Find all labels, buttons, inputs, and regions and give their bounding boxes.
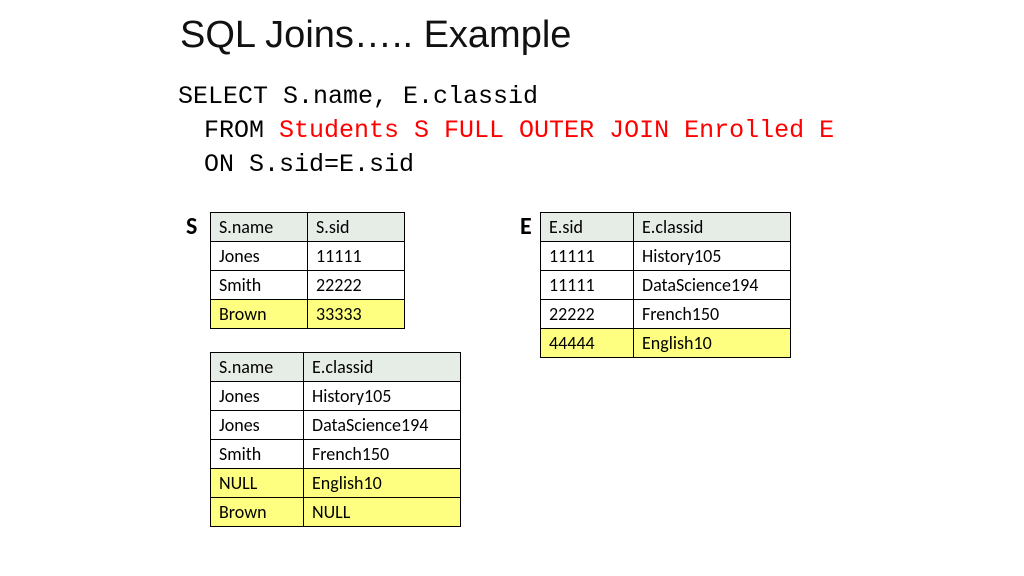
table-cell: English10 xyxy=(634,329,791,358)
table-cell: Smith xyxy=(211,440,304,469)
result-table: S.nameE.classidJonesHistory105JonesDataS… xyxy=(210,352,461,527)
enrolled-table: E.sidE.classid11111History10511111DataSc… xyxy=(540,212,791,358)
table-cell: 22222 xyxy=(308,271,405,300)
table-cell: Jones xyxy=(211,411,304,440)
table-row: BrownNULL xyxy=(211,498,461,527)
table-cell: 22222 xyxy=(541,300,634,329)
table-row: JonesHistory105 xyxy=(211,382,461,411)
table-row: NULLEnglish10 xyxy=(211,469,461,498)
table-row: Jones11111 xyxy=(211,242,405,271)
table-cell: Jones xyxy=(211,242,308,271)
table-header: S.name xyxy=(211,213,308,242)
table-header: E.sid xyxy=(541,213,634,242)
sql-from-clause: Students S FULL OUTER JOIN Enrolled E xyxy=(279,116,834,145)
table-cell: Brown xyxy=(211,498,304,527)
table-row: SmithFrench150 xyxy=(211,440,461,469)
table-row: 11111History105 xyxy=(541,242,791,271)
table-cell: French150 xyxy=(304,440,461,469)
table-cell: DataScience194 xyxy=(304,411,461,440)
table-header: E.classid xyxy=(304,353,461,382)
table-cell: Jones xyxy=(211,382,304,411)
table-header: S.sid xyxy=(308,213,405,242)
table-cell: 44444 xyxy=(541,329,634,358)
table-row: Brown33333 xyxy=(211,300,405,329)
table-cell: French150 xyxy=(634,300,791,329)
table-row: 22222French150 xyxy=(541,300,791,329)
table-label-s: S xyxy=(186,212,197,241)
table-cell: Smith xyxy=(211,271,308,300)
table-header: S.name xyxy=(211,353,304,382)
table-label-e: E xyxy=(520,212,532,241)
students-table: S.nameS.sidJones11111Smith22222Brown3333… xyxy=(210,212,405,329)
table-cell: DataScience194 xyxy=(634,271,791,300)
table-cell: 11111 xyxy=(541,271,634,300)
table-cell: NULL xyxy=(211,469,304,498)
sql-select-line: SELECT S.name, E.classid xyxy=(178,82,538,111)
table-cell: NULL xyxy=(304,498,461,527)
table-row: 11111DataScience194 xyxy=(541,271,791,300)
table-row: JonesDataScience194 xyxy=(211,411,461,440)
slide-title: SQL Joins….. Example xyxy=(180,14,571,57)
table-cell: 11111 xyxy=(308,242,405,271)
table-row: 44444English10 xyxy=(541,329,791,358)
table-header: E.classid xyxy=(634,213,791,242)
sql-on-line: ON S.sid=E.sid xyxy=(178,148,414,182)
sql-code-block: SELECT S.name, E.classid FROM Students S… xyxy=(178,80,834,181)
sql-from-keyword: FROM xyxy=(204,116,279,145)
table-row: Smith22222 xyxy=(211,271,405,300)
table-cell: 33333 xyxy=(308,300,405,329)
table-cell: 11111 xyxy=(541,242,634,271)
table-cell: History105 xyxy=(634,242,791,271)
table-cell: Brown xyxy=(211,300,308,329)
table-cell: English10 xyxy=(304,469,461,498)
table-cell: History105 xyxy=(304,382,461,411)
